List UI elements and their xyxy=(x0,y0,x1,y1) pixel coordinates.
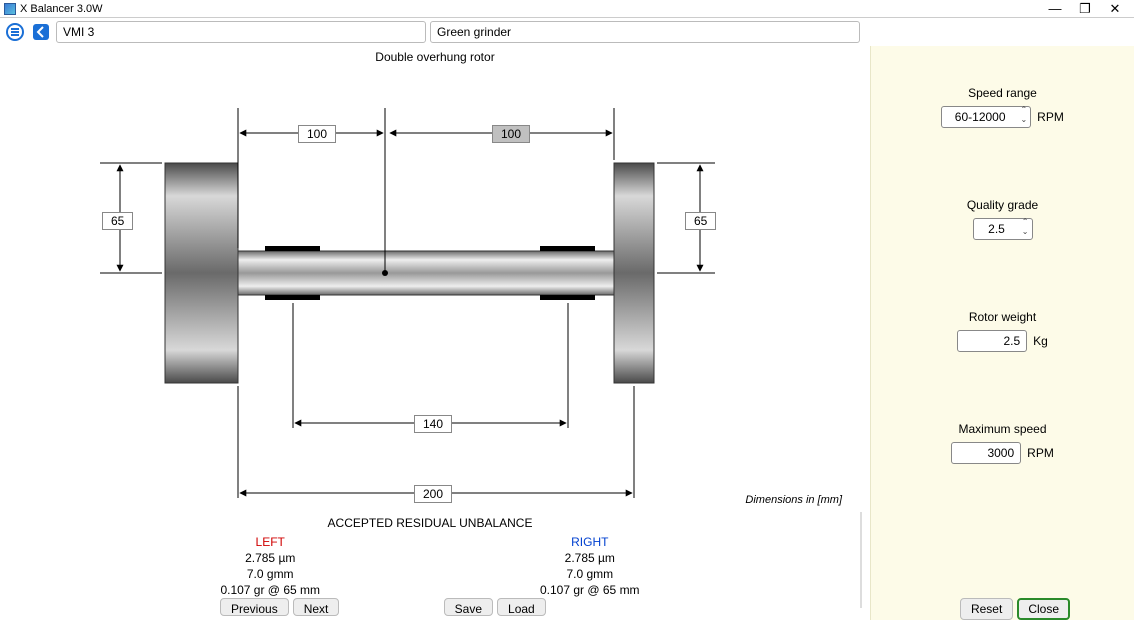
app-title: X Balancer 3.0W xyxy=(20,3,1040,15)
load-button[interactable]: Load xyxy=(497,598,546,616)
toolbar xyxy=(0,18,1134,46)
close-window-button[interactable]: ✕ xyxy=(1100,1,1130,17)
speed-range-unit: RPM xyxy=(1037,110,1064,124)
max-speed-label: Maximum speed xyxy=(871,422,1134,436)
chevron-left-icon xyxy=(32,23,50,41)
previous-button[interactable]: Previous xyxy=(220,598,289,616)
dim-bearing-span[interactable]: 140 xyxy=(414,415,452,433)
app-icon xyxy=(4,3,16,15)
dim-left-radius[interactable]: 65 xyxy=(102,212,133,230)
machine-field[interactable] xyxy=(430,21,860,43)
titlebar: X Balancer 3.0W — ❐ ✕ xyxy=(0,0,1134,18)
dim-right-radius[interactable]: 65 xyxy=(685,212,716,230)
minimize-button[interactable]: — xyxy=(1040,1,1070,16)
reset-button[interactable]: Reset xyxy=(960,598,1013,620)
dim-top-left[interactable]: 100 xyxy=(298,125,336,143)
project-field[interactable] xyxy=(56,21,426,43)
aru-left-line2: 7.0 gmm xyxy=(220,566,320,582)
side-panel: Speed range RPM Quality grade Rotor weig… xyxy=(870,46,1134,620)
save-button[interactable]: Save xyxy=(444,598,493,616)
menu-button[interactable] xyxy=(4,21,26,43)
file-button-group: Save Load xyxy=(444,598,546,616)
aru-left-header: LEFT xyxy=(220,534,320,550)
back-button[interactable] xyxy=(30,21,52,43)
dimensions-note: Dimensions in [mm] xyxy=(745,494,842,506)
aru-right-line2: 7.0 gmm xyxy=(540,566,640,582)
rotor-diagram: 100 100 65 65 140 200 xyxy=(0,68,870,508)
hamburger-circle-icon xyxy=(6,23,24,41)
aru-left-col: LEFT 2.785 µm 7.0 gmm 0.107 gr @ 65 mm xyxy=(220,534,320,598)
aru-right-line3: 0.107 gr @ 65 mm xyxy=(540,582,640,598)
dim-total[interactable]: 200 xyxy=(414,485,452,503)
aru-right-header: RIGHT xyxy=(540,534,640,550)
aru-title: ACCEPTED RESIDUAL UNBALANCE xyxy=(0,512,860,534)
speed-range-input[interactable] xyxy=(941,106,1031,128)
max-speed-input[interactable] xyxy=(951,442,1021,464)
nav-button-group: Previous Next xyxy=(220,598,339,616)
rotor-weight-unit: Kg xyxy=(1033,334,1048,348)
aru-left-line3: 0.107 gr @ 65 mm xyxy=(220,582,320,598)
dim-top-right[interactable]: 100 xyxy=(492,125,530,143)
speed-range-label: Speed range xyxy=(871,86,1134,100)
rotor-weight-label: Rotor weight xyxy=(871,310,1134,324)
diagram-title: Double overhung rotor xyxy=(0,46,870,68)
max-speed-unit: RPM xyxy=(1027,446,1054,460)
action-button-group: Reset Close xyxy=(960,598,1070,620)
footer: ACCEPTED RESIDUAL UNBALANCE LEFT 2.785 µ… xyxy=(0,512,862,608)
maximize-button[interactable]: ❐ xyxy=(1070,1,1100,17)
aru-left-line1: 2.785 µm xyxy=(220,550,320,566)
rotor-weight-input[interactable] xyxy=(957,330,1027,352)
aru-right-line1: 2.785 µm xyxy=(540,550,640,566)
aru-right-col: RIGHT 2.785 µm 7.0 gmm 0.107 gr @ 65 mm xyxy=(540,534,640,598)
close-button[interactable]: Close xyxy=(1017,598,1070,620)
quality-grade-label: Quality grade xyxy=(871,198,1134,212)
quality-grade-input[interactable] xyxy=(973,218,1033,240)
next-button[interactable]: Next xyxy=(293,598,340,616)
